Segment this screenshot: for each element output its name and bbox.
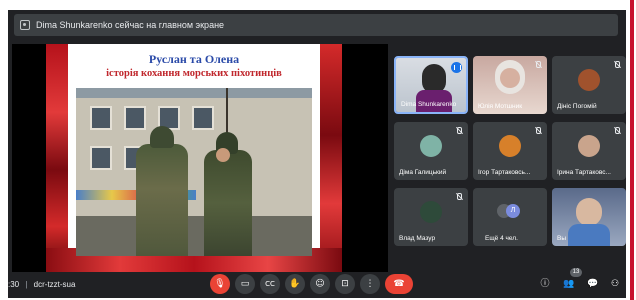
present-button[interactable]: ⊡ bbox=[335, 274, 355, 294]
activities-button[interactable]: ⚇ bbox=[608, 277, 622, 291]
camera-button[interactable]: ▭ bbox=[235, 274, 255, 294]
mic-muted-icon bbox=[455, 127, 463, 135]
participant-name: Влад Мазур bbox=[399, 235, 436, 242]
avatar bbox=[420, 201, 442, 223]
participants-count-badge: 13 bbox=[570, 268, 582, 277]
soldier-image bbox=[136, 126, 188, 256]
participant-tile[interactable]: Ігор Тартаковсь... bbox=[473, 122, 547, 180]
participant-name: Ірина Тартаковс... bbox=[557, 169, 611, 176]
slide-subtitle: історія кохання морських піхотинців bbox=[106, 68, 282, 79]
hand-icon: ✋ bbox=[289, 278, 301, 289]
notification-bar: Dima Shunkarenko сейчас на главном экран… bbox=[14, 14, 618, 36]
meeting-stage: Dima Shunkarenko сейчас на главном экран… bbox=[8, 10, 626, 298]
hang-up-icon: ☎ bbox=[393, 278, 405, 289]
leave-call-button[interactable]: ☎ bbox=[385, 274, 413, 294]
participant-name: Dima Shunkarenko bbox=[401, 101, 457, 108]
more-vert-icon: ⋮ bbox=[365, 278, 375, 289]
avatar bbox=[578, 135, 600, 157]
avatar bbox=[499, 135, 521, 157]
more-options-button[interactable]: ⋮ bbox=[360, 274, 380, 294]
mic-muted-icon bbox=[613, 127, 621, 135]
participant-name: Юлія Мотшник bbox=[478, 103, 523, 110]
participant-name: Ігор Тартаковсь... bbox=[478, 169, 531, 176]
people-button[interactable]: 👥 bbox=[562, 277, 576, 291]
mic-button[interactable]: 🎙 bbox=[210, 274, 230, 294]
info-icon: ⓘ bbox=[540, 278, 550, 289]
more-participants-avatars: Л bbox=[497, 204, 520, 220]
avatar bbox=[578, 69, 600, 91]
participant-name: Ещё 4 чел. bbox=[485, 235, 518, 242]
activities-icon: ⚇ bbox=[610, 278, 620, 289]
emoji-button[interactable]: ☺ bbox=[310, 274, 330, 294]
camera-icon: ▭ bbox=[240, 278, 250, 289]
soldier-image-2 bbox=[204, 132, 252, 256]
slide-photo bbox=[76, 88, 312, 256]
speaking-indicator-icon bbox=[451, 62, 462, 73]
roses-right-image bbox=[320, 44, 342, 272]
participant-tile[interactable]: Вы bbox=[552, 188, 626, 246]
participant-tile[interactable]: Влад Мазур bbox=[394, 188, 468, 246]
roses-left-image bbox=[46, 44, 68, 272]
captions-icon: CC bbox=[265, 279, 275, 288]
red-border bbox=[630, 0, 634, 300]
participant-tile[interactable]: Діма Галицький bbox=[394, 122, 468, 180]
participant-tile[interactable]: Юлія Мотшник bbox=[473, 56, 547, 114]
slide-title: Руслан та Олена bbox=[148, 52, 240, 66]
meeting-time: :30 bbox=[8, 280, 20, 289]
screen-share-icon bbox=[20, 20, 30, 30]
chat-button[interactable]: 💬 bbox=[586, 277, 600, 291]
presentation-view[interactable]: Руслан та Олена історія кохання морських… bbox=[12, 44, 388, 272]
meeting-details-button[interactable]: ⓘ bbox=[538, 277, 552, 291]
meeting-code: dcr-tzzt-sua bbox=[33, 280, 76, 289]
mic-muted-icon bbox=[455, 193, 463, 201]
people-icon: 👥 bbox=[563, 278, 575, 289]
emoji-icon: ☺ bbox=[315, 278, 325, 289]
participant-tile[interactable]: Л Ещё 4 чел. bbox=[473, 188, 547, 246]
notification-text: Dima Shunkarenko сейчас на главном экран… bbox=[36, 20, 225, 30]
raise-hand-button[interactable]: ✋ bbox=[285, 274, 305, 294]
meet-window: Dima Shunkarenko сейчас на главном экран… bbox=[0, 0, 636, 300]
participant-tile[interactable]: Dima Shunkarenko bbox=[394, 56, 468, 114]
participant-tile[interactable]: Дініс Погомій bbox=[552, 56, 626, 114]
meeting-info: :30 | dcr-tzzt-sua bbox=[8, 280, 76, 289]
participant-name: Вы bbox=[557, 235, 567, 242]
participant-name: Дініс Погомій bbox=[557, 103, 597, 110]
mic-off-icon: 🎙 bbox=[214, 278, 226, 289]
participant-tile[interactable]: Ірина Тартаковс... bbox=[552, 122, 626, 180]
mic-muted-icon bbox=[534, 127, 542, 135]
bottom-toolbar: :30 | dcr-tzzt-sua 🎙 ▭ CC ✋ ☺ ⊡ ⋮ ☎ ⓘ 👥 … bbox=[8, 268, 626, 298]
present-icon: ⊡ bbox=[341, 278, 349, 289]
participant-name: Діма Галицький bbox=[399, 169, 447, 176]
chat-icon: 💬 bbox=[587, 278, 599, 289]
captions-button[interactable]: CC bbox=[260, 274, 280, 294]
mic-muted-icon bbox=[534, 61, 542, 69]
avatar bbox=[420, 135, 442, 157]
slide: Руслан та Олена історія кохання морських… bbox=[46, 44, 342, 272]
mic-muted-icon bbox=[613, 61, 621, 69]
